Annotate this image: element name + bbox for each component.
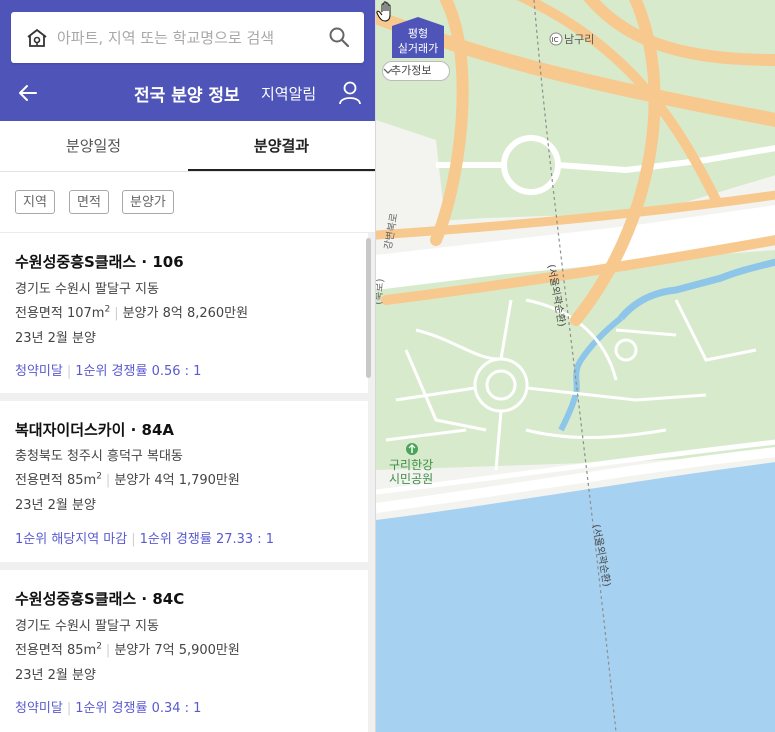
listing-address: 경기도 수원시 팔달구 지동 [15,282,159,297]
listing-address: 충청북도 청주시 흥덕구 복대동 [15,449,183,464]
list-scrollbar[interactable] [366,238,371,378]
listing-date: 23년 2월 분양 [15,498,96,513]
listing-spec: 전용면적 107m2 | 분양가 8억 8,260만원 [15,304,249,321]
listing-name: 수원성중흥S클래스 · 84C [15,590,185,608]
search-input[interactable] [57,24,317,52]
listing-spec: 전용면적 85m2 | 분양가 7억 5,900만원 [15,641,240,658]
badge-line2: 실거래가 [397,42,439,55]
price-type-badge[interactable]: 평형 실거래가 [391,16,445,58]
listing-date: 23년 2월 분양 [15,668,96,683]
chevron-down-icon [383,68,393,74]
ic-label: 남구리 [564,33,594,46]
home-icon[interactable] [25,26,49,50]
list-item[interactable]: 수원성중흥S클래스 · 106 경기도 수원시 팔달구 지동 전용면적 107m… [0,233,368,393]
map-canvas: 강변북로 (북로) (서울외곽순환) (서울외곽순환) IC 남구리 [376,0,775,732]
listing-name: 복대자이더스카이 · 84A [15,421,175,439]
list-item[interactable]: 복대자이더스카이 · 84A 충청북도 청주시 흥덕구 복대동 전용면적 85m… [0,401,368,562]
tab-result[interactable]: 분양결과 [188,121,375,171]
map-view[interactable]: 강변북로 (북로) (서울외곽순환) (서울외곽순환) IC 남구리 평형 실거… [375,0,775,732]
list-item[interactable]: 수원성중흥S클래스 · 84C 경기도 수원시 팔달구 지동 전용면적 85m2… [0,570,368,732]
park-label: 구리한강 시민공원 [389,458,434,486]
region-alarm-button[interactable]: 지역알림 [261,83,316,104]
page-title: 전국 분양 정보 [134,86,240,106]
listing-spec: 전용면적 85m2 | 분양가 4억 1,790만원 [15,471,240,488]
listing-status: 청약미달 | 1순위 경쟁률 0.34 : 1 [15,701,202,716]
more-info-button[interactable]: 추가정보 [382,61,451,81]
listing-status: 청약미달 | 1순위 경쟁률 0.56 : 1 [15,364,202,379]
search-box[interactable] [11,12,364,63]
filter-bar: 지역 면적 분양가 [0,172,375,233]
result-list[interactable]: 수원성중흥S클래스 · 106 경기도 수원시 팔달구 지동 전용면적 107m… [0,233,375,732]
nav-row: 전국 분양 정보 지역알림 [0,70,375,116]
park-marker-icon [406,443,418,455]
search-icon[interactable] [328,26,350,48]
back-arrow-icon[interactable] [14,79,42,107]
filter-area-button[interactable]: 면적 [69,190,109,214]
header: 전국 분양 정보 지역알림 [0,0,375,121]
more-info-label: 추가정보 [391,64,432,77]
listing-date: 23년 2월 분양 [15,331,96,346]
user-icon[interactable] [337,79,363,107]
listing-address: 경기도 수원시 팔달구 지동 [15,619,159,634]
tab-schedule[interactable]: 분양일정 [0,121,187,171]
tab-bar: 분양일정 분양결과 [0,121,375,172]
filter-price-button[interactable]: 분양가 [122,190,174,214]
listing-name: 수원성중흥S클래스 · 106 [15,253,184,271]
ic-badge: IC [552,36,559,44]
listing-status: 1순위 해당지역 마감 | 1순위 경쟁률 27.33 : 1 [15,532,275,547]
sidebar-panel: 전국 분양 정보 지역알림 분양일정 분양결과 지역 면적 분양가 수원성중흥S… [0,0,375,732]
hand-cursor-icon [376,1,391,22]
filter-region-button[interactable]: 지역 [15,190,55,214]
badge-line1: 평형 [407,27,429,40]
